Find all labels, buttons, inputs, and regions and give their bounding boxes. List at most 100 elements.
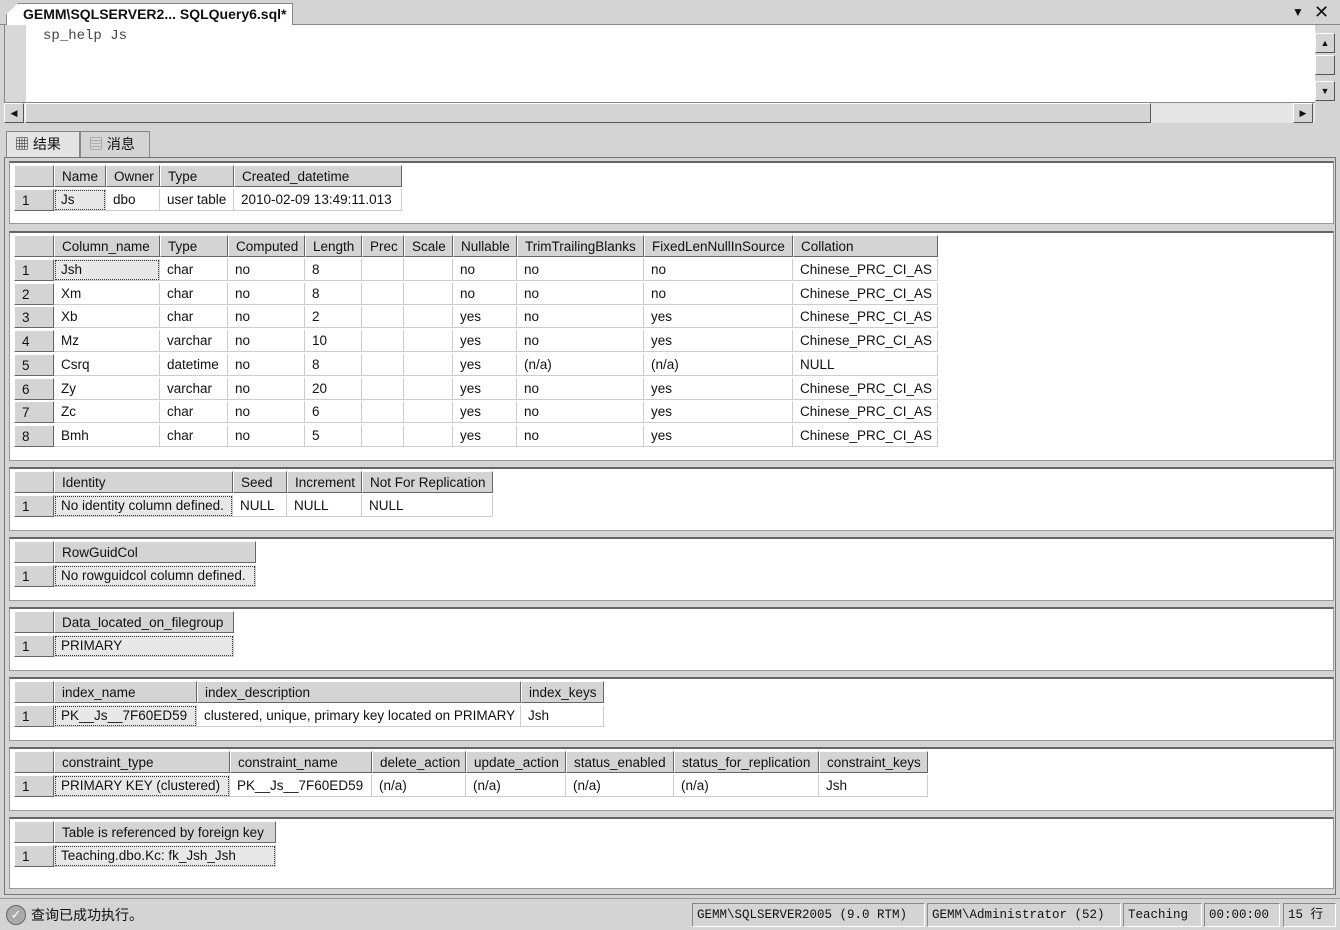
- horizontal-scroll-thumb[interactable]: [25, 103, 1151, 123]
- corner-header[interactable]: [14, 165, 54, 187]
- grid-cell[interactable]: Teaching.dbo.Kc: fk_Jsh_Jsh: [54, 845, 276, 867]
- grid-cell[interactable]: no: [228, 377, 305, 400]
- column-header[interactable]: constraint_keys: [819, 751, 928, 773]
- column-header[interactable]: Scale: [404, 235, 453, 257]
- grid-cell[interactable]: [404, 424, 453, 447]
- grid-cell[interactable]: [362, 282, 404, 305]
- grid-cell[interactable]: Chinese_PRC_CI_AS: [793, 259, 938, 281]
- grid-cell[interactable]: Bmh: [54, 424, 160, 447]
- corner-header[interactable]: [14, 751, 54, 773]
- result-grid[interactable]: constraint_type constraint_name delete_act…: [9, 747, 1334, 811]
- row-number[interactable]: 1: [14, 775, 54, 797]
- grid-cell[interactable]: Csrq: [54, 353, 160, 376]
- column-header[interactable]: constraint_name: [230, 751, 372, 773]
- column-header[interactable]: Seed: [233, 471, 287, 493]
- scroll-up-icon[interactable]: ▲: [1315, 33, 1335, 53]
- column-header[interactable]: Type: [160, 235, 228, 257]
- close-icon[interactable]: ✕: [1314, 2, 1329, 23]
- column-header[interactable]: Created_datetime: [234, 165, 402, 187]
- grid-cell[interactable]: user table: [160, 189, 234, 211]
- grid-cell[interactable]: varchar: [160, 330, 228, 353]
- corner-header[interactable]: [14, 471, 54, 493]
- grid-cell[interactable]: [404, 306, 453, 329]
- grid-cell[interactable]: PRIMARY: [54, 635, 234, 657]
- grid-cell[interactable]: Mz: [54, 330, 160, 353]
- grid-cell[interactable]: no: [228, 330, 305, 353]
- grid-cell[interactable]: dbo: [106, 189, 160, 211]
- grid-cell[interactable]: NULL: [362, 495, 493, 517]
- grid-cell[interactable]: yes: [644, 330, 793, 353]
- grid-cell[interactable]: (n/a): [517, 353, 644, 376]
- grid-cell[interactable]: no: [644, 282, 793, 305]
- column-header[interactable]: Increment: [287, 471, 362, 493]
- grid-cell[interactable]: 8: [305, 259, 362, 281]
- column-header[interactable]: TrimTrailingBlanks: [517, 235, 644, 257]
- grid-cell[interactable]: (n/a): [372, 775, 466, 797]
- grid-cell[interactable]: 8: [305, 353, 362, 376]
- grid-cell[interactable]: NULL: [793, 353, 938, 376]
- grid-cell[interactable]: [362, 377, 404, 400]
- result-grid[interactable]: Table is referenced by foreign key 1 Teach…: [9, 817, 1334, 889]
- column-header[interactable]: Table is referenced by foreign key: [54, 821, 276, 843]
- grid-cell[interactable]: varchar: [160, 377, 228, 400]
- query-text[interactable]: sp_help Js: [43, 28, 127, 44]
- column-header[interactable]: Not For Replication: [362, 471, 493, 493]
- scroll-down-icon[interactable]: ▼: [1315, 81, 1335, 101]
- grid-cell[interactable]: yes: [644, 306, 793, 329]
- grid-cell[interactable]: Chinese_PRC_CI_AS: [793, 377, 938, 400]
- corner-header[interactable]: [14, 541, 54, 563]
- column-header[interactable]: FixedLenNullInSource: [644, 235, 793, 257]
- corner-header[interactable]: [14, 821, 54, 843]
- grid-cell[interactable]: Chinese_PRC_CI_AS: [793, 424, 938, 447]
- row-number[interactable]: 5: [14, 353, 54, 376]
- row-number[interactable]: 4: [14, 330, 54, 353]
- grid-cell[interactable]: NULL: [233, 495, 287, 517]
- grid-cell[interactable]: char: [160, 306, 228, 329]
- grid-cell[interactable]: no: [517, 282, 644, 305]
- grid-cell[interactable]: no: [517, 377, 644, 400]
- tab-dropdown-icon[interactable]: ▼: [1292, 5, 1304, 19]
- grid-cell[interactable]: (n/a): [644, 353, 793, 376]
- grid-cell[interactable]: No rowguidcol column defined.: [54, 565, 256, 587]
- grid-cell[interactable]: no: [228, 401, 305, 424]
- column-header[interactable]: Owner: [106, 165, 160, 187]
- row-number[interactable]: 1: [14, 189, 54, 211]
- grid-cell[interactable]: [404, 377, 453, 400]
- column-header[interactable]: Length: [305, 235, 362, 257]
- grid-cell[interactable]: Jsh: [54, 259, 160, 281]
- grid-cell[interactable]: PK__Js__7F60ED59: [54, 705, 197, 727]
- grid-cell[interactable]: no: [228, 306, 305, 329]
- grid-cell[interactable]: Chinese_PRC_CI_AS: [793, 401, 938, 424]
- scroll-thumb[interactable]: [1315, 55, 1335, 75]
- grid-cell[interactable]: [404, 401, 453, 424]
- grid-cell[interactable]: PRIMARY KEY (clustered): [54, 775, 230, 797]
- grid-cell[interactable]: 6: [305, 401, 362, 424]
- grid-cell[interactable]: yes: [453, 377, 517, 400]
- grid-cell[interactable]: no: [228, 424, 305, 447]
- row-number[interactable]: 7: [14, 401, 54, 424]
- row-number[interactable]: 1: [14, 705, 54, 727]
- document-tab[interactable]: GEMM\SQLSERVER2... SQLQuery6.sql*: [6, 3, 294, 25]
- grid-cell[interactable]: [362, 353, 404, 376]
- column-header[interactable]: RowGuidCol: [54, 541, 256, 563]
- column-header[interactable]: delete_action: [372, 751, 466, 773]
- result-grid[interactable]: Column_name Type Computed Length Prec Scale Nu…: [9, 231, 1334, 461]
- column-header[interactable]: Column_name: [54, 235, 160, 257]
- grid-cell[interactable]: clustered, unique, primary key located o…: [197, 705, 521, 727]
- grid-cell[interactable]: Zy: [54, 377, 160, 400]
- grid-cell[interactable]: char: [160, 259, 228, 281]
- horizontal-scrollbar[interactable]: ◀ ▶: [4, 102, 1315, 123]
- grid-cell[interactable]: no: [517, 259, 644, 281]
- grid-cell[interactable]: Chinese_PRC_CI_AS: [793, 306, 938, 329]
- grid-cell[interactable]: Xm: [54, 282, 160, 305]
- result-grid[interactable]: Identity Seed Increment Not For Replication…: [9, 467, 1334, 531]
- grid-cell[interactable]: datetime: [160, 353, 228, 376]
- column-header[interactable]: Identity: [54, 471, 233, 493]
- column-header[interactable]: Name: [54, 165, 106, 187]
- grid-cell[interactable]: 10: [305, 330, 362, 353]
- column-header[interactable]: index_description: [197, 681, 521, 703]
- row-number[interactable]: 1: [14, 259, 54, 281]
- row-number[interactable]: 1: [14, 495, 54, 517]
- grid-cell[interactable]: yes: [644, 377, 793, 400]
- grid-cell[interactable]: no: [228, 259, 305, 281]
